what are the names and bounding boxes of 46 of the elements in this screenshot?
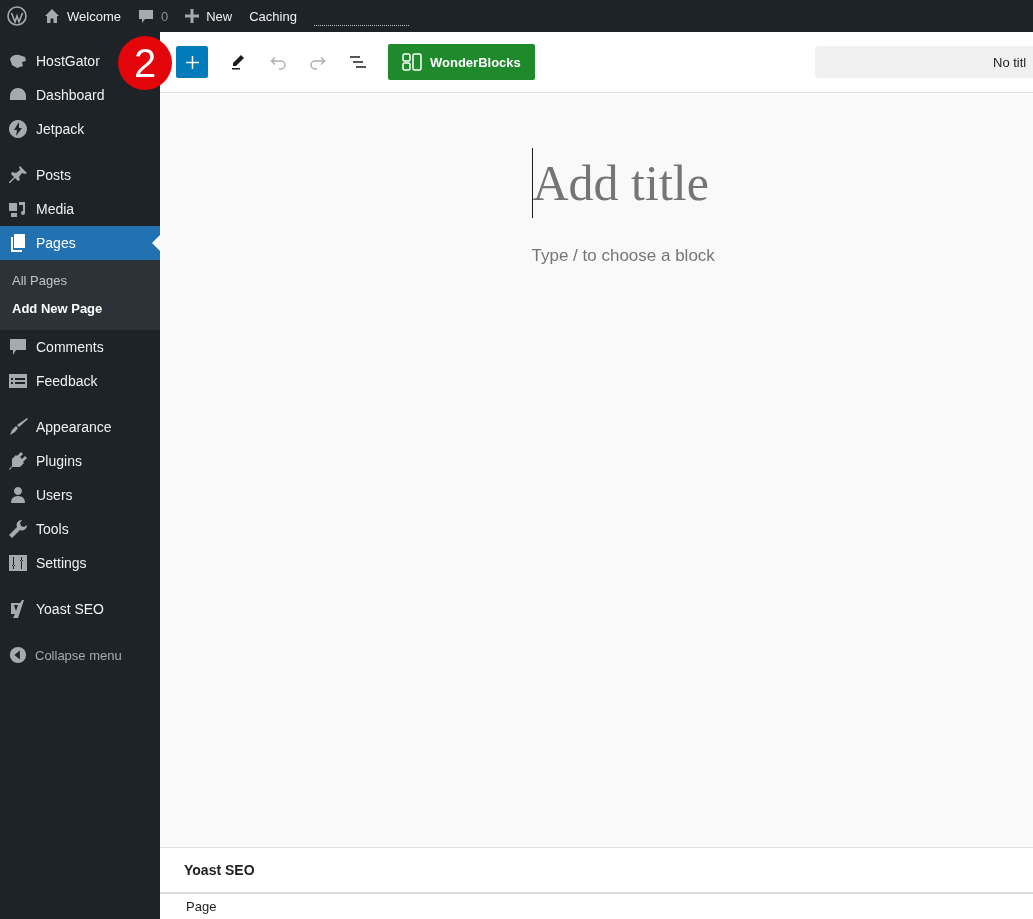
user-icon [8, 485, 28, 505]
wonderblocks-button[interactable]: WonderBlocks [388, 44, 535, 80]
block-field[interactable]: Type / to choose a block [531, 246, 772, 266]
plus-icon [185, 55, 199, 69]
menu-item[interactable]: Appearance [0, 410, 120, 444]
submenu-item[interactable]: All Pages [0, 267, 160, 295]
sliders-icon [8, 553, 28, 573]
menu-item[interactable]: Pages [0, 226, 160, 260]
plus-icon [185, 9, 200, 23]
site-home-link[interactable]: Welcome [44, 8, 121, 24]
add-block-button[interactable] [176, 46, 208, 78]
home-icon [44, 8, 60, 24]
menu-item[interactable]: Media [0, 192, 83, 226]
speech-bubble-icon [137, 8, 154, 24]
pages-icon [8, 233, 28, 253]
blocks-icon [402, 53, 422, 71]
brush-icon [8, 417, 28, 437]
caching-link[interactable]: Caching [249, 8, 297, 24]
feedback-icon [8, 371, 28, 391]
collapse-menu-button[interactable]: Collapse menu [0, 638, 130, 672]
comments-link[interactable]: 0 [137, 8, 169, 24]
menu-item[interactable]: HostGator [0, 44, 108, 78]
wrench-icon [8, 519, 28, 539]
plug-icon [8, 451, 28, 471]
menu-item[interactable]: Settings [0, 546, 95, 580]
left-arrow-circle-icon [9, 646, 27, 664]
wordpress-logo-icon[interactable] [7, 6, 27, 26]
title-field[interactable]: Add title [531, 148, 763, 218]
menu-item[interactable]: Plugins [0, 444, 90, 478]
yoast-panel-header[interactable]: Yoast SEO [160, 847, 1033, 894]
menu-item[interactable]: Feedback [0, 364, 106, 398]
media-icon [8, 199, 28, 219]
menu-item[interactable]: Dashboard [0, 78, 113, 112]
menu-item[interactable]: Jetpack [0, 112, 93, 146]
bolt-icon [8, 119, 28, 139]
submenu-item[interactable]: Add New Page [0, 295, 160, 323]
menu-item[interactable]: Tools [0, 512, 77, 546]
new-content-link[interactable]: New [185, 8, 233, 24]
pin-icon [8, 165, 28, 185]
menu-item[interactable]: Users [0, 478, 81, 512]
document-title-bar[interactable]: No titl [815, 46, 1033, 78]
menu-item[interactable]: Yoast SEO [0, 592, 112, 626]
menu-item[interactable]: Posts [0, 158, 79, 192]
menu-item[interactable]: Comments [0, 330, 112, 364]
comment-icon [8, 337, 28, 357]
breadcrumb-link[interactable]: Page [186, 899, 217, 914]
